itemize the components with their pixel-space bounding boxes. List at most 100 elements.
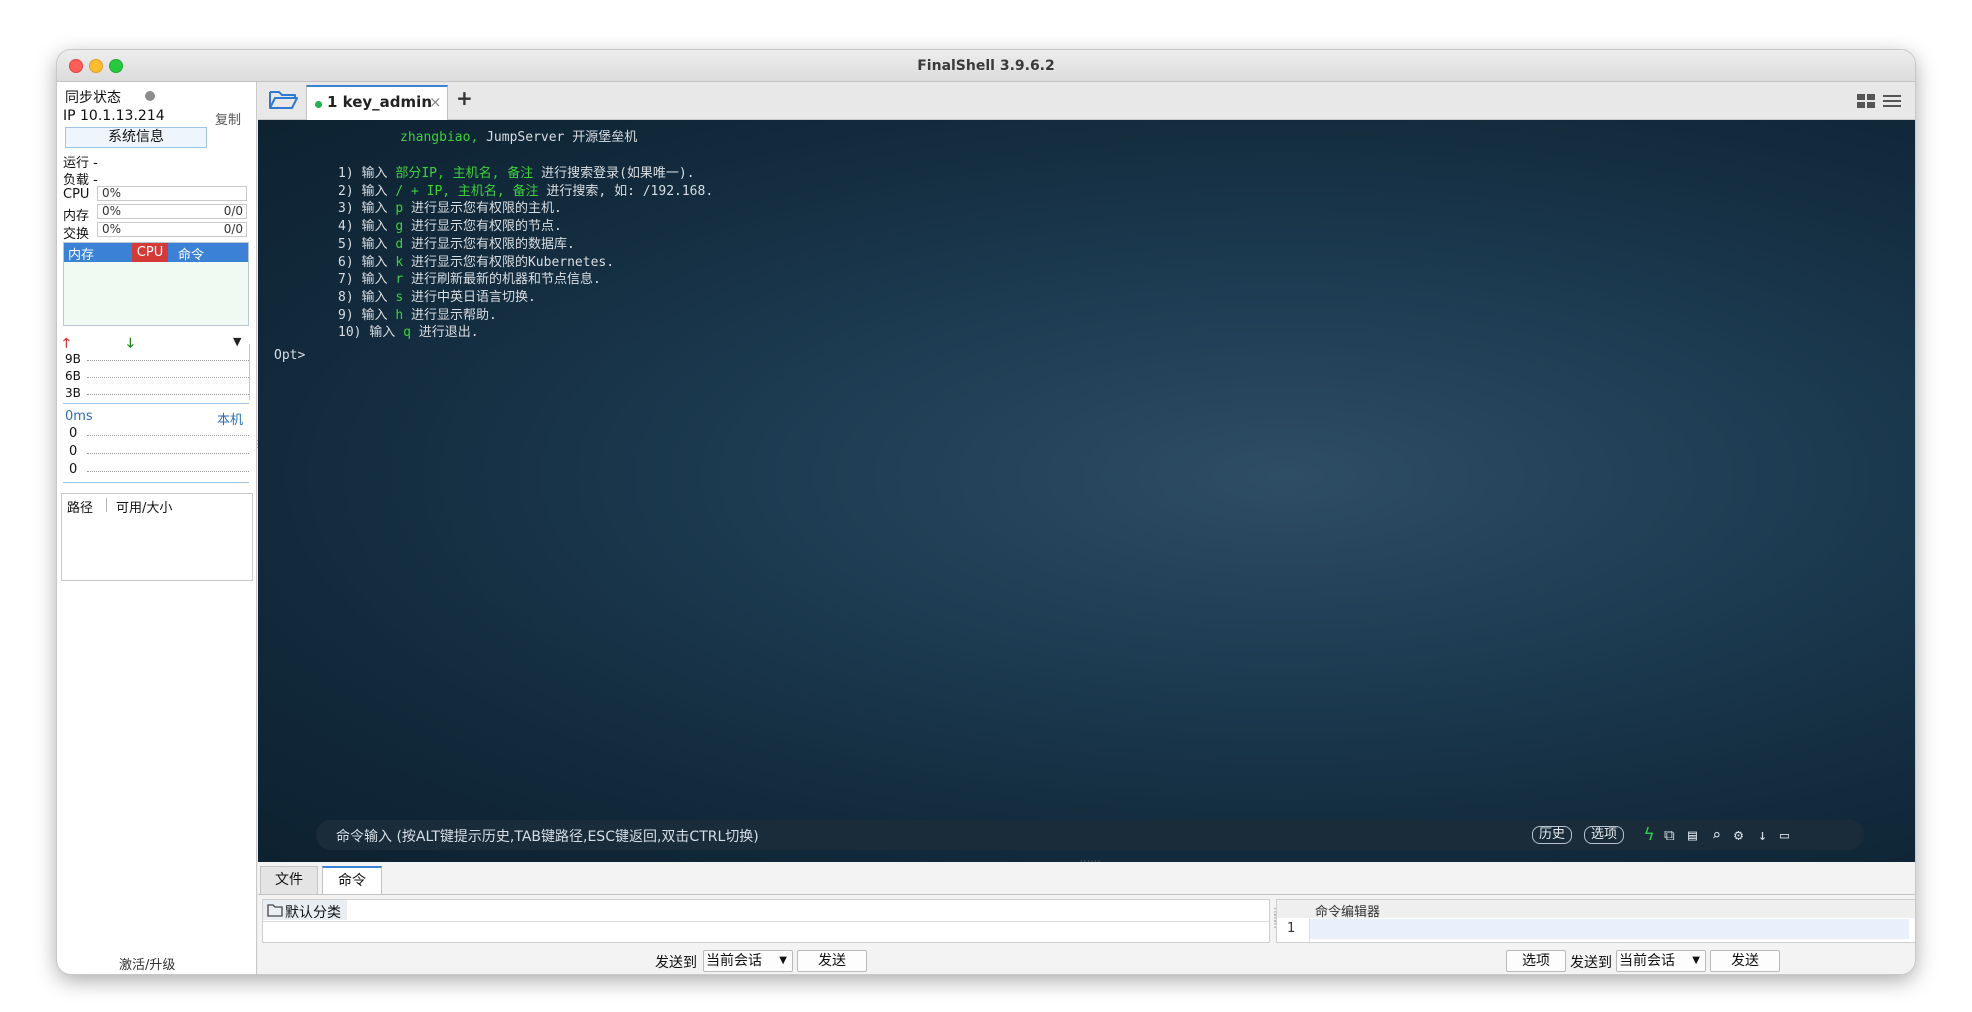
menu-line-keyword: p [395, 201, 404, 217]
menu-line-keyword: g [395, 219, 404, 235]
send-button[interactable]: 发送 [797, 950, 867, 972]
terminal[interactable]: zhangbiao, JumpServer 开源堡垒机 1) 输入 部分IP, … [258, 120, 1915, 862]
memory-value: 0% [102, 204, 122, 218]
terminal-menu-line: 10) 输入 q 进行退出. [338, 323, 479, 343]
menu-line-keyword: h [395, 307, 404, 323]
open-folder-icon[interactable] [268, 88, 298, 116]
paste-icon[interactable]: ▤ [1688, 826, 1697, 844]
menu-line-description: 进行显示您有权限的节点. [403, 219, 562, 235]
editor-session-select-value: 当前会话 [1619, 953, 1675, 969]
gear-icon[interactable]: ⚙ [1734, 826, 1743, 844]
tab-files[interactable]: 文件 [260, 866, 318, 894]
swap-value: 0% [102, 222, 122, 236]
session-select-value: 当前会话 [706, 953, 762, 969]
editor-send-button[interactable]: 发送 [1710, 950, 1780, 972]
menu-line-keyword: q [403, 325, 411, 341]
download-icon[interactable]: ↓ [1758, 826, 1767, 844]
search-icon[interactable]: ⌕ [1712, 826, 1721, 844]
tab-underline [258, 894, 1915, 895]
command-editor-input[interactable] [1310, 919, 1909, 939]
terminal-header-line: zhangbiao, JumpServer 开源堡垒机 [400, 128, 637, 148]
network-tick-9b: 9B [65, 352, 81, 366]
tab-label: 1 key_admin [327, 93, 432, 111]
ping-gridline [87, 435, 249, 436]
menu-line-description: 进行显示您有权限的数据库. [403, 236, 575, 252]
process-tab-memory[interactable]: 内存 [68, 244, 94, 263]
memory-label: 内存 [63, 209, 90, 224]
command-list-divider [263, 921, 1269, 922]
ping-value: 0 [69, 444, 78, 459]
tab-commands[interactable]: 命令 [322, 866, 382, 894]
default-category[interactable]: 默认分类 [263, 900, 347, 921]
menu-line-description: 进行退出. [410, 325, 479, 341]
menu-line-prefix: 1) 输入 [338, 166, 396, 181]
menu-line-prefix: 10) 输入 [338, 325, 404, 341]
add-tab-icon[interactable]: + [456, 86, 473, 110]
download-arrow-icon: 🡓 [127, 336, 134, 351]
disk-panel: 路径 可用/大小 [61, 493, 253, 581]
grid-view-icon[interactable] [1857, 93, 1875, 113]
menu-line-keyword: k [395, 254, 404, 270]
cpu-label: CPU [63, 187, 90, 202]
disk-path-header[interactable]: 路径 [67, 497, 93, 516]
command-editor: 命令编辑器 1 [1276, 899, 1915, 944]
default-category-label: 默认分类 [285, 905, 341, 921]
history-button[interactable]: 历史 [1532, 826, 1573, 844]
options-button[interactable]: 选项 [1584, 826, 1625, 844]
system-info-button[interactable]: 系统信息 [65, 127, 207, 148]
disk-size-header[interactable]: 可用/大小 [116, 497, 172, 516]
network-tick-3b: 3B [65, 386, 81, 400]
send-to-label: 发送到 [655, 955, 697, 971]
menu-line-prefix: 9) 输入 [338, 307, 396, 323]
command-input[interactable]: 命令输入 (按ALT键提示历史,TAB键路径,ESC键返回,双击CTRL切换) [336, 826, 759, 846]
terminal-prompt: Opt> [274, 348, 306, 363]
terminal-header-text: JumpServer 开源堡垒机 [478, 130, 638, 145]
process-panel: 内存 CPU 命令 [63, 242, 249, 326]
menu-line-prefix: 5) 输入 [338, 236, 396, 252]
process-tab-cpu[interactable]: CPU [132, 243, 168, 262]
menu-line-description: 进行显示您有权限的Kubernetes. [403, 254, 615, 270]
window-icon[interactable]: ▭ [1780, 826, 1789, 844]
menu-line-prefix: 3) 输入 [338, 201, 396, 217]
network-interface-dropdown-icon[interactable]: ▼ [233, 335, 241, 348]
network-gridline [87, 394, 249, 395]
cpu-value: 0% [102, 186, 122, 200]
title-bar: FinalShell 3.9.6.2 [57, 50, 1915, 82]
ping-latency: 0ms [65, 409, 93, 424]
editor-session-select[interactable]: 当前会话 ▼ [1616, 950, 1706, 972]
menu-icon[interactable] [1883, 93, 1901, 113]
editor-options-button[interactable]: 选项 [1506, 950, 1566, 972]
network-chart-border [249, 344, 250, 400]
session-select[interactable]: 当前会话 ▼ [703, 950, 793, 972]
menu-line-keyword: / + IP, 主机名, 备注 [395, 183, 539, 199]
ping-host[interactable]: 本机 [217, 409, 243, 428]
sync-status-label: 同步状态 [65, 90, 121, 106]
folder-icon [267, 902, 283, 921]
copy-icon[interactable]: ⧉ [1664, 826, 1675, 844]
menu-line-keyword: 部分IP, 主机名, 备注 [395, 166, 534, 181]
editor-send-to-label: 发送到 [1570, 955, 1612, 971]
load-label: 负载 - [63, 173, 98, 188]
command-list-panel: 默认分类 [262, 899, 1270, 943]
ping-value: 0 [69, 426, 78, 441]
command-input-bar[interactable]: 命令输入 (按ALT键提示历史,TAB键路径,ESC键返回,双击CTRL切换) … [316, 820, 1864, 850]
menu-line-keyword: s [395, 289, 404, 305]
lightning-icon[interactable]: ϟ [1644, 826, 1654, 844]
terminal-username: zhangbiao, [400, 130, 479, 145]
ping-value: 0 [69, 462, 78, 477]
ping-divider [63, 482, 249, 483]
menu-line-description: 进行中英日语言切换. [403, 289, 536, 305]
menu-line-description: 进行刷新最新的机器和节点信息. [403, 272, 601, 288]
activate-upgrade-link[interactable]: 激活/升级 [119, 954, 175, 973]
menu-line-prefix: 2) 输入 [338, 183, 396, 199]
copy-ip-link[interactable]: 复制 [215, 109, 241, 128]
tab-close-icon[interactable]: × [429, 93, 442, 111]
cpu-meter: 0% [97, 186, 247, 201]
tab-session-1[interactable]: 1 key_admin × [306, 85, 448, 120]
command-editor-title: 命令编辑器 [1315, 905, 1381, 920]
ping-gridline [87, 453, 249, 454]
panel-resize-handle[interactable]: ······ [1080, 857, 1101, 866]
swap-ratio: 0/0 [223, 222, 243, 236]
process-header: 内存 CPU 命令 [64, 243, 248, 263]
process-tab-command[interactable]: 命令 [178, 244, 204, 263]
